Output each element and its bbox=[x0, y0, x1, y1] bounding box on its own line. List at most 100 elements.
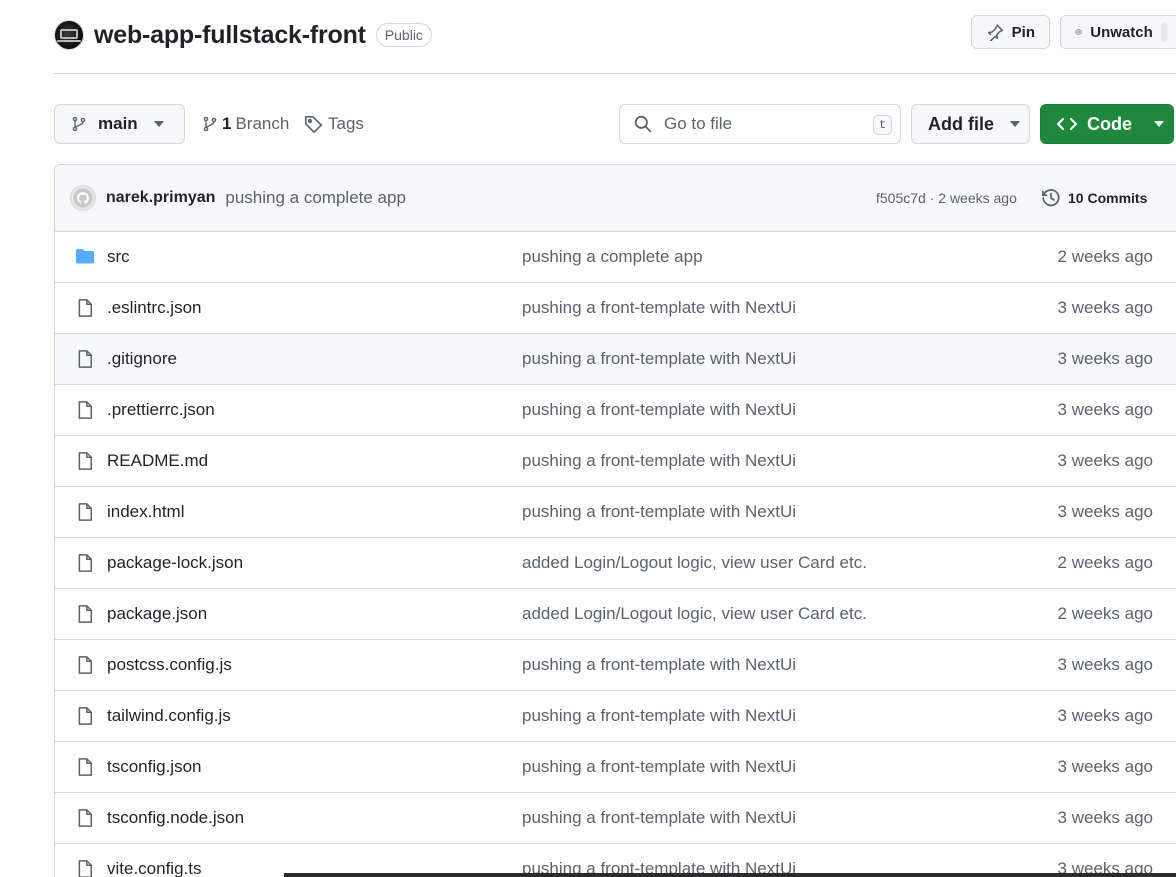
file-name-link[interactable]: vite.config.ts bbox=[107, 859, 202, 877]
eye-icon bbox=[1075, 29, 1083, 35]
header-actions: Pin Unwatch bbox=[970, 15, 1176, 49]
file-row[interactable]: postcss.config.js pushing a front-templat… bbox=[55, 640, 1176, 691]
file-commit-message[interactable]: pushing a front-template with NextUi bbox=[522, 400, 796, 420]
file-commit-message[interactable]: pushing a front-template with NextUi bbox=[522, 349, 796, 369]
add-file-button[interactable]: Add file bbox=[911, 104, 1030, 144]
repo-page: web-app-fullstack-front Public Pin Unwat… bbox=[0, 0, 1176, 877]
file-commit-message[interactable]: pushing a front-template with NextUi bbox=[522, 298, 796, 318]
pin-button[interactable]: Pin bbox=[970, 15, 1050, 49]
code-label: Code bbox=[1087, 113, 1132, 134]
file-name-link[interactable]: postcss.config.js bbox=[107, 655, 232, 675]
file-commit-message[interactable]: pushing a front-template with NextUi bbox=[522, 451, 796, 471]
taskbar-edge bbox=[284, 873, 1176, 877]
chevron-down-icon bbox=[1154, 121, 1164, 127]
unwatch-label: Unwatch bbox=[1090, 23, 1153, 41]
file-row[interactable]: .gitignore pushing a front-template with … bbox=[55, 334, 1176, 385]
file-commit-date: 2 weeks ago bbox=[1057, 553, 1153, 572]
file-icon bbox=[75, 706, 95, 731]
file-row[interactable]: tsconfig.json pushing a front-template wi… bbox=[55, 742, 1176, 793]
repo-header: web-app-fullstack-front Public Pin Unwat… bbox=[54, 14, 1176, 56]
code-button[interactable]: Code bbox=[1040, 104, 1174, 144]
file-commit-date: 3 weeks ago bbox=[1057, 808, 1153, 827]
file-icon bbox=[75, 604, 95, 629]
file-name-link[interactable]: index.html bbox=[107, 502, 184, 522]
file-row[interactable]: .prettierrc.json pushing a front-template… bbox=[55, 385, 1176, 436]
chevron-down-icon bbox=[153, 121, 164, 127]
file-row[interactable]: package.json added Login/Logout logic, vi… bbox=[55, 589, 1176, 640]
file-icon bbox=[75, 655, 95, 680]
file-name-link[interactable]: tsconfig.node.json bbox=[107, 808, 244, 828]
file-commit-date: 3 weeks ago bbox=[1057, 502, 1153, 521]
github-mark-icon bbox=[73, 188, 93, 208]
file-commit-date: 3 weeks ago bbox=[1057, 400, 1153, 419]
file-list: narek.primyan pushing a complete app f50… bbox=[54, 164, 1176, 877]
git-branch-icon bbox=[203, 116, 217, 132]
file-icon bbox=[75, 553, 95, 578]
chevron-down-icon bbox=[1010, 121, 1020, 127]
file-commit-message[interactable]: pushing a front-template with NextUi bbox=[522, 808, 796, 828]
file-name-link[interactable]: README.md bbox=[107, 451, 208, 471]
file-row[interactable]: tsconfig.node.json pushing a front-templa… bbox=[55, 793, 1176, 844]
git-branch-icon bbox=[72, 116, 86, 132]
file-commit-date: 3 weeks ago bbox=[1057, 706, 1153, 725]
file-row[interactable]: README.md pushing a front-template with N… bbox=[55, 436, 1176, 487]
file-row[interactable]: src pushing a complete app 2 weeks ago bbox=[55, 232, 1176, 283]
branch-select-button[interactable]: main bbox=[54, 104, 185, 144]
file-name-link[interactable]: .prettierrc.json bbox=[107, 400, 215, 420]
file-name-link[interactable]: src bbox=[107, 247, 130, 267]
file-commit-message[interactable]: pushing a front-template with NextUi bbox=[522, 655, 796, 675]
file-commit-date: 2 weeks ago bbox=[1057, 247, 1153, 266]
file-row[interactable]: index.html pushing a front-template with … bbox=[55, 487, 1176, 538]
watch-count-badge bbox=[1160, 22, 1168, 42]
tag-icon bbox=[304, 115, 323, 133]
go-to-file-search[interactable]: t bbox=[619, 104, 901, 144]
branches-link[interactable]: 1 Branch bbox=[202, 104, 289, 144]
file-commit-date: 3 weeks ago bbox=[1057, 349, 1153, 368]
file-commit-message[interactable]: added Login/Logout logic, view user Card… bbox=[522, 604, 867, 624]
owner-avatar[interactable] bbox=[54, 20, 84, 50]
file-name-link[interactable]: tsconfig.json bbox=[107, 757, 202, 777]
file-name-link[interactable]: .gitignore bbox=[107, 349, 177, 369]
file-commit-message[interactable]: pushing a front-template with NextUi bbox=[522, 502, 796, 522]
commit-author[interactable]: narek.primyan bbox=[106, 189, 215, 207]
file-icon bbox=[75, 349, 95, 374]
branch-word: Branch bbox=[235, 114, 290, 133]
file-rows: src pushing a complete app 2 weeks ago .esl… bbox=[55, 232, 1176, 877]
commit-hash-time[interactable]: f505c7d · 2 weeks ago bbox=[876, 190, 1017, 206]
file-icon bbox=[75, 298, 95, 323]
file-name-link[interactable]: tailwind.config.js bbox=[107, 706, 231, 726]
file-commit-message[interactable]: pushing a front-template with NextUi bbox=[522, 706, 796, 726]
tags-label: Tags bbox=[328, 114, 364, 133]
file-commit-message[interactable]: pushing a front-template with NextUi bbox=[522, 757, 796, 777]
file-row[interactable]: package-lock.json added Login/Logout logi… bbox=[55, 538, 1176, 589]
file-commit-date: 3 weeks ago bbox=[1057, 757, 1153, 776]
file-toolbar: main 1 Branch Tags t Add file bbox=[54, 104, 1176, 144]
file-commit-date: 3 weeks ago bbox=[1057, 451, 1153, 470]
unwatch-button[interactable]: Unwatch bbox=[1060, 15, 1176, 49]
commit-author-avatar[interactable] bbox=[70, 185, 96, 211]
file-row[interactable]: tailwind.config.js pushing a front-templa… bbox=[55, 691, 1176, 742]
commits-label: 10 Commits bbox=[1068, 190, 1148, 206]
laptop-icon bbox=[57, 29, 81, 42]
go-to-file-input[interactable] bbox=[664, 114, 864, 134]
file-commit-message[interactable]: pushing a complete app bbox=[522, 247, 703, 267]
branch-name: main bbox=[98, 114, 138, 133]
repo-name[interactable]: web-app-fullstack-front bbox=[94, 21, 366, 50]
file-name-link[interactable]: package-lock.json bbox=[107, 553, 243, 573]
code-icon bbox=[1057, 118, 1077, 130]
file-commit-date: 2 weeks ago bbox=[1057, 604, 1153, 623]
file-commit-date: 3 weeks ago bbox=[1057, 298, 1153, 317]
file-row[interactable]: .eslintrc.json pushing a front-template w… bbox=[55, 283, 1176, 334]
file-icon bbox=[75, 859, 95, 877]
pin-label: Pin bbox=[1011, 23, 1035, 41]
tags-link[interactable]: Tags bbox=[304, 104, 364, 144]
visibility-badge: Public bbox=[375, 23, 432, 47]
file-icon bbox=[75, 502, 95, 527]
commit-message[interactable]: pushing a complete app bbox=[225, 188, 406, 208]
file-commit-message[interactable]: added Login/Logout logic, view user Card… bbox=[522, 553, 867, 573]
file-name-link[interactable]: .eslintrc.json bbox=[107, 298, 201, 318]
commits-history-link[interactable]: 10 Commits bbox=[1041, 188, 1147, 208]
file-name-link[interactable]: package.json bbox=[107, 604, 207, 624]
branch-count: 1 bbox=[222, 114, 232, 133]
file-commit-date: 3 weeks ago bbox=[1057, 655, 1153, 674]
